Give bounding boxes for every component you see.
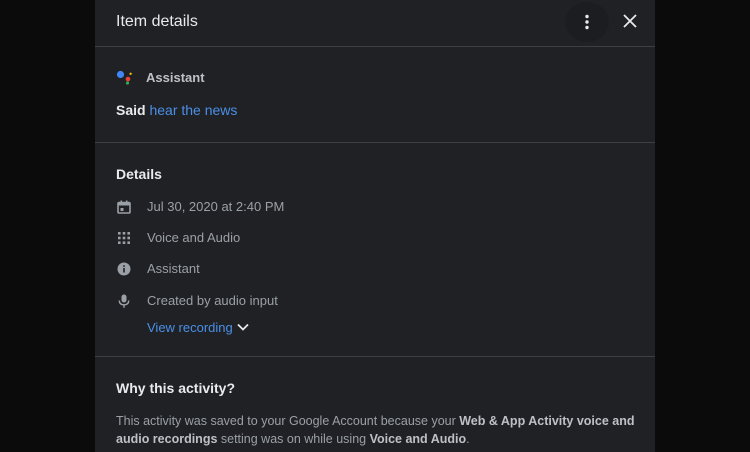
said-query-row: Said hear the news xyxy=(116,101,237,119)
dialog-header: Item details xyxy=(95,0,655,47)
detail-product: Voice and Audio xyxy=(147,230,241,245)
detail-input-row: Created by audio input xyxy=(116,292,278,310)
close-icon xyxy=(623,14,637,28)
detail-date-row: Jul 30, 2020 at 2:40 PM xyxy=(116,198,284,216)
why-bold-product: Voice and Audio xyxy=(369,432,467,446)
activity-summary: Assistant Said hear the news xyxy=(95,47,655,143)
info-icon xyxy=(116,261,132,277)
close-button[interactable] xyxy=(615,6,645,36)
dialog-title: Item details xyxy=(116,13,198,30)
detail-source: Assistant xyxy=(147,261,200,276)
product-name: Assistant xyxy=(146,69,205,85)
details-section: Details Jul 30, 2020 at 2:40 PM Voice an… xyxy=(95,143,655,357)
why-activity-section: Why this activity? This activity was sav… xyxy=(95,357,655,452)
why-activity-text: This activity was saved to your Google A… xyxy=(116,412,636,448)
calendar-icon xyxy=(116,199,132,215)
view-recording-button[interactable]: View recording xyxy=(147,318,249,336)
why-text-1: This activity was saved to your Google A… xyxy=(116,414,460,428)
why-activity-title: Why this activity? xyxy=(116,380,236,396)
said-prefix: Said xyxy=(116,102,146,118)
view-recording-label: View recording xyxy=(147,319,233,335)
chevron-down-icon xyxy=(237,323,249,331)
detail-product-row: Voice and Audio xyxy=(116,229,240,247)
detail-input: Created by audio input xyxy=(147,293,278,308)
apps-grid-icon xyxy=(116,230,132,246)
product-row: Assistant xyxy=(116,68,205,86)
item-details-dialog: Item details Assistant Said hear the new… xyxy=(95,0,655,452)
detail-source-row: Assistant xyxy=(116,260,200,278)
detail-date: Jul 30, 2020 at 2:40 PM xyxy=(147,199,285,214)
google-assistant-icon xyxy=(116,70,132,85)
why-text-3: . xyxy=(466,432,470,446)
details-title: Details xyxy=(116,166,162,182)
more-options-button[interactable] xyxy=(565,2,609,42)
said-query-link[interactable]: hear the news xyxy=(149,102,237,118)
microphone-icon xyxy=(116,293,132,309)
why-text-2: setting was on while using xyxy=(217,432,370,446)
more-vert-icon xyxy=(585,14,589,30)
